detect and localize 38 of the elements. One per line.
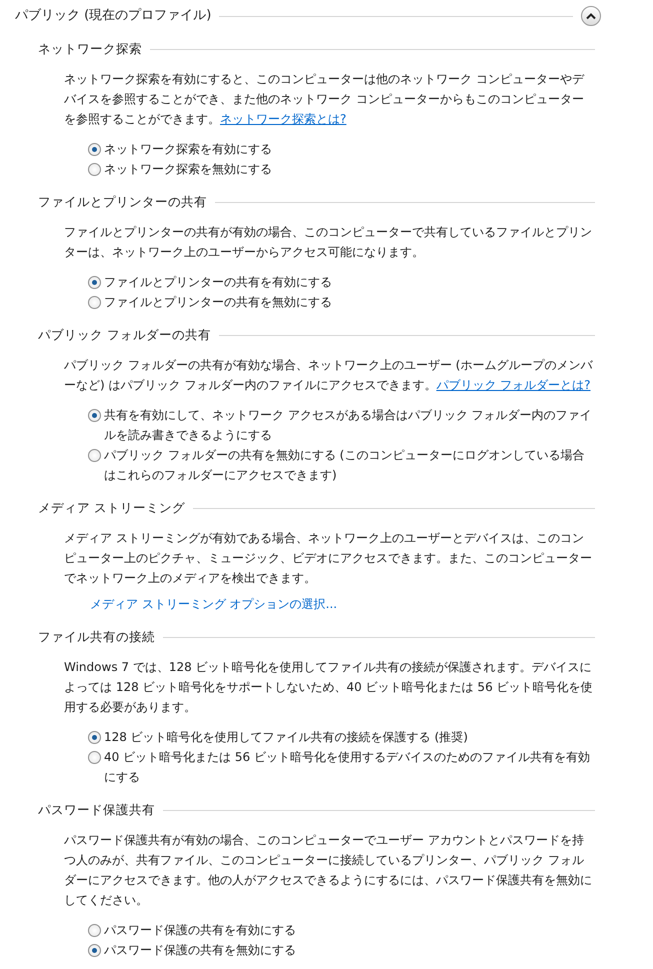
options-link[interactable]: メディア ストリーミング オプションの選択... — [90, 594, 338, 614]
radio-label[interactable]: ファイルとプリンターの共有を無効にする — [104, 292, 332, 312]
radio-button[interactable] — [88, 143, 101, 156]
help-link[interactable]: ネットワーク探索とは? — [220, 112, 346, 126]
radio-label[interactable]: 40 ビット暗号化または 56 ビット暗号化を使用するデバイスのためのファイル共有を有効にする — [104, 747, 595, 787]
description-text: パスワード保護共有が有効の場合、このコンピューターでユーザー アカウントとパスワードを持つ人のみが、共有ファイル、このコンピューターに接続しているプリンター、パブリック フォルダーにアクセスできます。他の人がアクセスできるようにするには、パスワード保護共有を無効にしてください。 — [64, 832, 593, 909]
radio-button[interactable] — [88, 944, 101, 957]
description-text: メディア ストリーミングが有効である場合、ネットワーク上のユーザーとデバイスは、このコンピューター上のピクチャ、ミュージック、ビデオにアクセスできます。また、このコンピューターでネットワーク上のメディアを検出できます。 — [64, 530, 593, 587]
section-title: メディア ストリーミング — [38, 499, 185, 517]
radio-button[interactable] — [88, 409, 101, 422]
radio-label[interactable]: 128 ビット暗号化を使用してファイル共有の接続を保護する (推奨) — [104, 727, 468, 747]
radio-button[interactable] — [88, 751, 101, 764]
radio-button[interactable] — [88, 296, 101, 309]
section-title: パスワード保護共有 — [38, 801, 155, 819]
section-title: パブリック フォルダーの共有 — [38, 326, 211, 344]
profile-title: パブリック (現在のプロファイル) — [15, 7, 212, 25]
description-text: ファイルとプリンターの共有が有効の場合、このコンピューターで共有しているファイルとプリンターは、ネットワーク上のユーザーからアクセス可能になります。 — [64, 224, 593, 261]
radio-label[interactable]: ネットワーク探索を有効にする — [104, 139, 272, 159]
radio-label[interactable]: ファイルとプリンターの共有を有効にする — [104, 272, 332, 292]
description-text: Windows 7 では、128 ビット暗号化を使用してファイル共有の接続が保護されます。デバイスによっては 128 ビット暗号化をサポートしないため、40 ビット暗号化または 56 ビット暗号化を使用する必要があります。 — [64, 659, 594, 716]
radio-button[interactable] — [88, 276, 101, 289]
description-text: ネットワーク探索を有効にすると、このコンピューターは他のネットワーク コンピューターやデバイスを参照することができ、また他のネットワーク コンピューターからもこのコンピューターを参照することができます。ネットワーク探索とは? — [64, 71, 586, 128]
radio-button[interactable] — [88, 924, 101, 937]
help-link[interactable]: パブリック フォルダーとは? — [436, 378, 590, 392]
radio-label[interactable]: パブリック フォルダーの共有を無効にする (このコンピューターにログオンしている場合はこれらのフォルダーにアクセスできます) — [104, 445, 595, 485]
radio-button[interactable] — [88, 163, 101, 176]
radio-button[interactable] — [88, 731, 101, 744]
section-title: ファイルとプリンターの共有 — [38, 193, 207, 211]
radio-button[interactable] — [88, 449, 101, 462]
radio-label[interactable]: パスワード保護の共有を有効にする — [104, 920, 296, 940]
radio-label[interactable]: ネットワーク探索を無効にする — [104, 159, 272, 179]
chevron-up-icon — [586, 12, 596, 20]
collapse-button[interactable] — [581, 6, 601, 26]
radio-label[interactable]: 共有を有効にして、ネットワーク アクセスがある場合はパブリック フォルダー内のファイルを読み書きできるようにする — [104, 405, 595, 445]
section-title: ファイル共有の接続 — [38, 628, 155, 646]
radio-label[interactable]: パスワード保護の共有を無効にする — [104, 940, 296, 960]
description-text: パブリック フォルダーの共有が有効な場合、ネットワーク上のユーザー (ホームグループのメンバーなど) はパブリック フォルダー内のファイルにアクセスできます。パブリック フォルダーとは? — [64, 357, 594, 394]
section-title: ネットワーク探索 — [38, 40, 142, 58]
